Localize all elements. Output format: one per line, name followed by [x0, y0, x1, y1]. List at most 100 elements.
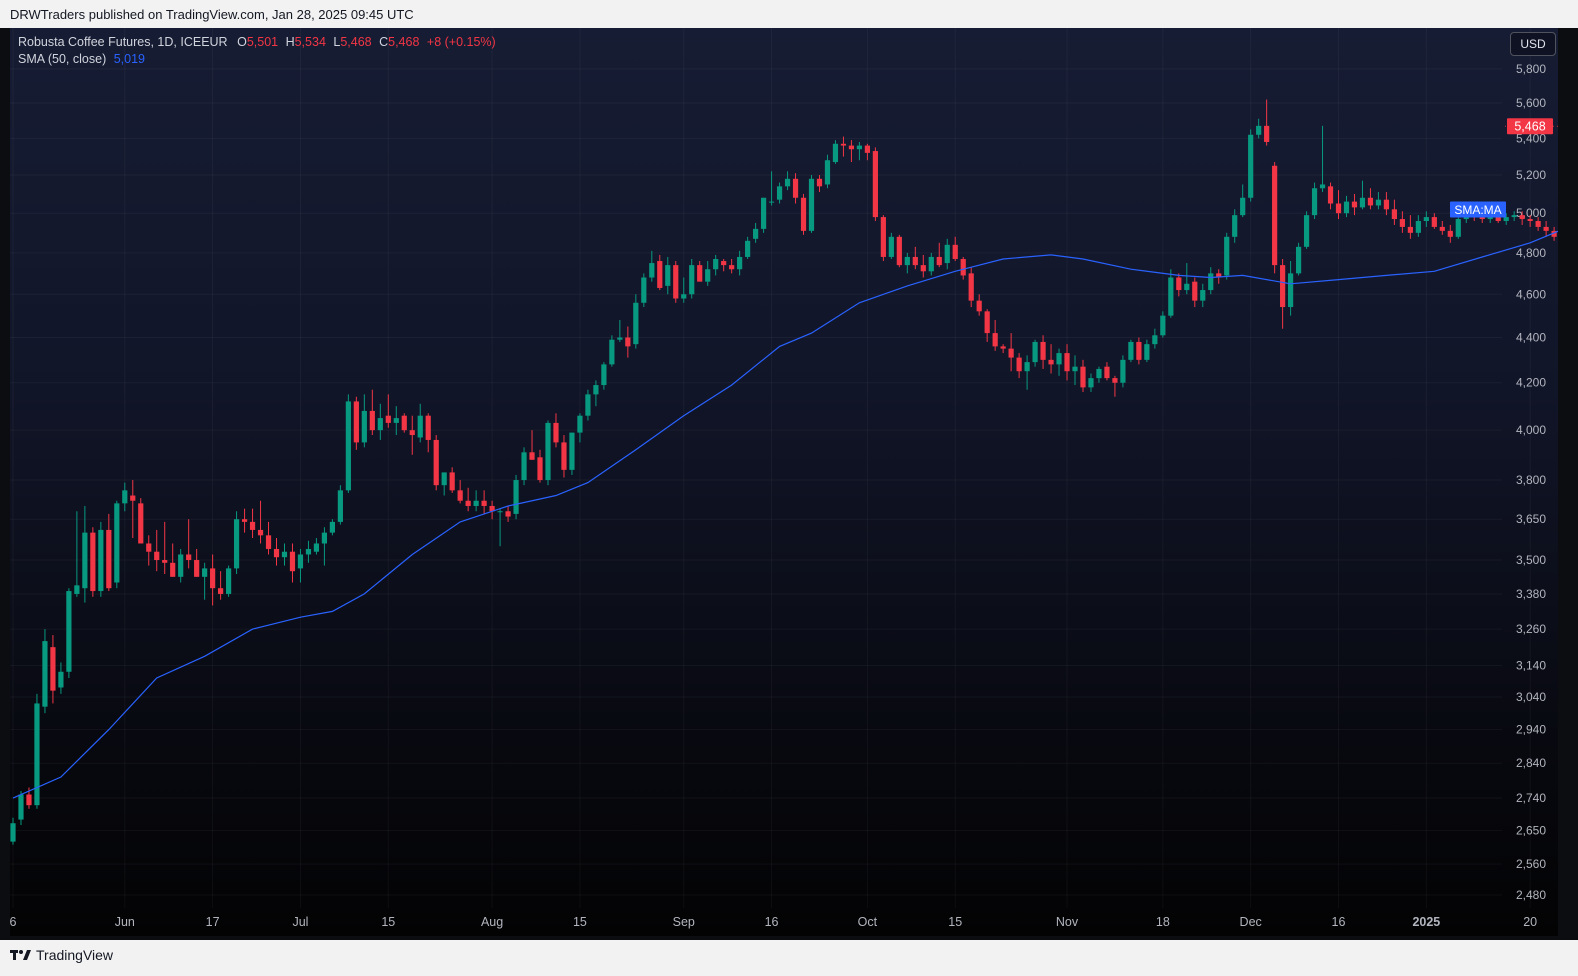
candle-body[interactable] [305, 548, 312, 555]
candle-body[interactable] [1383, 199, 1390, 210]
candle-body[interactable] [1072, 366, 1078, 372]
candle-body[interactable] [665, 265, 671, 286]
candle-body[interactable] [233, 519, 240, 569]
candle-body[interactable] [50, 647, 56, 691]
candle-body[interactable] [768, 201, 775, 203]
candle-body[interactable] [976, 300, 982, 312]
candle-body[interactable] [377, 418, 383, 431]
candle-body[interactable] [1120, 359, 1126, 383]
candle-body[interactable] [297, 554, 304, 569]
candle-body[interactable] [1367, 197, 1374, 206]
candle-body[interactable] [808, 178, 815, 231]
candle-body[interactable] [936, 256, 942, 266]
candle-body[interactable] [257, 529, 264, 536]
candle-body[interactable] [1112, 378, 1118, 383]
candle-body[interactable] [1343, 201, 1350, 214]
candle-body[interactable] [162, 560, 168, 563]
candle-body[interactable] [337, 490, 343, 522]
candle-body[interactable] [1168, 277, 1174, 316]
candle-body[interactable] [928, 256, 934, 272]
candle-body[interactable] [225, 568, 232, 594]
candle-body[interactable] [800, 197, 807, 231]
candle-body[interactable] [617, 337, 623, 340]
candle-body[interactable] [1232, 215, 1238, 237]
candle-body[interactable] [74, 585, 80, 594]
candle-body[interactable] [1264, 125, 1270, 142]
candle-body[interactable] [1375, 199, 1382, 206]
candle-body[interactable] [178, 554, 184, 577]
candle-body[interactable] [1160, 315, 1166, 336]
candle-body[interactable] [960, 258, 966, 276]
candle-body[interactable] [1024, 362, 1030, 372]
candle-body[interactable] [968, 273, 974, 301]
candle-body[interactable] [1152, 335, 1158, 345]
candle-body[interactable] [657, 261, 663, 288]
candle-body[interactable] [353, 401, 359, 443]
candle-body[interactable] [281, 551, 288, 558]
candle-body[interactable] [904, 256, 910, 266]
candle-body[interactable] [417, 415, 423, 438]
candle-body[interactable] [66, 591, 72, 672]
candle-body[interactable] [1288, 273, 1294, 308]
candle-body[interactable] [585, 394, 591, 416]
candle-body[interactable] [1511, 215, 1517, 218]
candle-body[interactable] [609, 339, 615, 365]
candle-body[interactable] [1040, 341, 1046, 360]
candle-body[interactable] [729, 265, 735, 270]
candle-body[interactable] [1359, 197, 1366, 208]
candle-body[interactable] [537, 457, 543, 481]
candle-body[interactable] [872, 151, 878, 218]
candle-body[interactable] [106, 529, 112, 589]
candle-body[interactable] [186, 554, 192, 561]
candle-body[interactable] [1064, 353, 1070, 372]
candle-body[interactable] [912, 256, 918, 266]
candle-body[interactable] [513, 480, 519, 514]
candle-body[interactable] [170, 562, 176, 577]
candle-body[interactable] [361, 410, 367, 443]
candle-body[interactable] [441, 472, 447, 486]
candle-body[interactable] [1391, 209, 1398, 220]
candle-body[interactable] [784, 178, 791, 187]
candle-body[interactable] [864, 145, 870, 153]
candle-body[interactable] [1311, 188, 1318, 216]
candle-body[interactable] [1535, 221, 1541, 227]
candle-body[interactable] [425, 415, 431, 440]
candle-body[interactable] [1200, 290, 1206, 301]
candle-body[interactable] [1543, 226, 1549, 231]
candle-body[interactable] [824, 160, 831, 185]
candle-body[interactable] [1016, 357, 1022, 372]
candle-body[interactable] [26, 794, 32, 806]
candle-body[interactable] [896, 236, 902, 266]
candle-body[interactable] [721, 261, 727, 266]
candle-body[interactable] [138, 503, 144, 544]
candle-body[interactable] [218, 588, 224, 594]
candle-body[interactable] [1280, 265, 1286, 308]
candle-body[interactable] [194, 560, 200, 577]
candle-body[interactable] [705, 269, 711, 282]
candle-body[interactable] [1144, 344, 1150, 360]
candle-body[interactable] [1335, 203, 1342, 214]
candle-body[interactable] [1032, 341, 1038, 363]
candle-body[interactable] [625, 337, 631, 347]
candle-body[interactable] [249, 521, 256, 530]
candle-body[interactable] [1176, 277, 1182, 291]
candle-body[interactable] [1000, 346, 1006, 349]
candle-body[interactable] [1224, 236, 1230, 276]
candle-body[interactable] [1423, 217, 1429, 222]
candle-body[interactable] [289, 551, 296, 572]
candle-body[interactable] [58, 671, 64, 688]
candle-body[interactable] [920, 265, 926, 272]
candle-body[interactable] [1208, 273, 1214, 291]
candle-body[interactable] [433, 439, 439, 486]
candle-body[interactable] [601, 364, 607, 386]
candle-body[interactable] [1272, 165, 1278, 266]
candle-body[interactable] [952, 244, 958, 259]
tradingview-brand[interactable]: TradingView [10, 947, 113, 963]
candle-body[interactable] [34, 703, 40, 806]
candle-body[interactable] [210, 568, 216, 589]
candle-body[interactable] [1439, 226, 1445, 231]
candle-body[interactable] [369, 410, 375, 431]
candle-body[interactable] [1104, 366, 1110, 379]
candle-body[interactable] [1048, 359, 1054, 365]
candle-body[interactable] [82, 532, 88, 589]
